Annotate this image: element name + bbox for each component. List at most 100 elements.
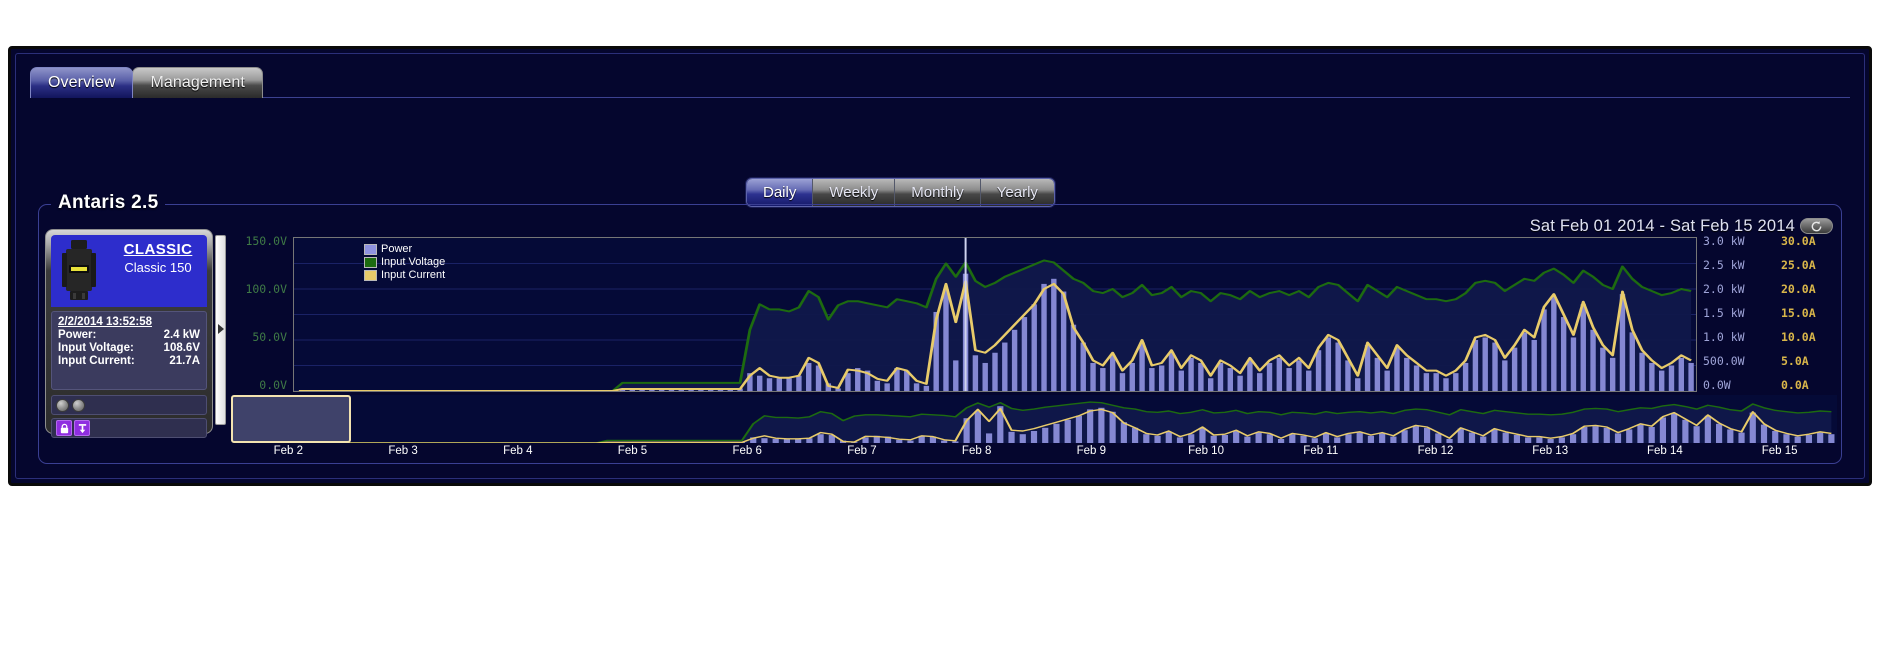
- period-button-monthly[interactable]: Monthly: [895, 179, 981, 206]
- main-chart-svg: [294, 238, 1696, 391]
- power-tick: 500.0W: [1703, 354, 1745, 368]
- navigator-selection-handle[interactable]: [231, 395, 351, 443]
- power-tick: 0.0W: [1703, 378, 1731, 392]
- device-stat-voltage-value: 108.6V: [164, 342, 200, 355]
- x-axis-tick: Feb 10: [1188, 445, 1224, 457]
- period-button-monthly-label: Monthly: [911, 184, 964, 201]
- tab-overview[interactable]: Overview: [30, 67, 133, 98]
- device-stat-row: Input Current: 21.7A: [58, 355, 200, 368]
- device-stat-row: Input Voltage: 108.6V: [58, 342, 200, 355]
- voltage-tick: 150.0V: [245, 234, 287, 248]
- power-tick: 3.0 kW: [1703, 234, 1745, 248]
- panel-title: Antaris 2.5: [51, 192, 165, 214]
- x-axis-tick: Feb 2: [274, 445, 303, 457]
- device-stat-voltage-label: Input Voltage:: [58, 342, 134, 355]
- refresh-button[interactable]: [1800, 218, 1833, 234]
- lock-button[interactable]: [56, 420, 72, 436]
- device-subtitle: Classic 150: [106, 260, 207, 275]
- voltage-tick: 0.0V: [259, 378, 287, 392]
- period-button-yearly[interactable]: Yearly: [981, 179, 1054, 206]
- device-led-bar: [51, 395, 207, 415]
- power-tick: 2.5 kW: [1703, 258, 1745, 272]
- device-stat-row: Power: 2.4 kW: [58, 329, 200, 342]
- current-tick: 20.0A: [1781, 282, 1816, 296]
- tab-overview-label: Overview: [48, 74, 115, 92]
- chart-region: Sat Feb 01 2014 - Sat Feb 15 2014 150.0V…: [231, 213, 1837, 457]
- legend-label-input-voltage: Input Voltage: [381, 256, 445, 268]
- download-button[interactable]: [74, 420, 90, 436]
- current-tick: 5.0A: [1781, 354, 1809, 368]
- device-card-header: CLASSIC Classic 150: [51, 235, 207, 307]
- legend-item-input-current[interactable]: Input Current: [364, 269, 445, 281]
- chevron-right-icon: [218, 324, 224, 334]
- current-tick: 15.0A: [1781, 306, 1816, 320]
- navigator-svg: [231, 395, 1837, 443]
- device-timestamp: 2/2/2014 13:52:58: [58, 316, 200, 328]
- legend-swatch-power: [364, 244, 377, 255]
- download-icon: [77, 423, 88, 434]
- x-axis-tick: Feb 3: [388, 445, 417, 457]
- power-tick: 2.0 kW: [1703, 282, 1745, 296]
- period-button-weekly[interactable]: Weekly: [813, 179, 895, 206]
- chart-navigator[interactable]: [231, 395, 1837, 443]
- voltage-tick: 50.0V: [252, 330, 287, 344]
- voltage-tick: 100.0V: [245, 282, 287, 296]
- period-button-daily[interactable]: Daily: [747, 179, 813, 206]
- x-axis-tick: Feb 4: [503, 445, 532, 457]
- x-axis-labels: Feb 2 Feb 3 Feb 4 Feb 5 Feb 6 Feb 7 Feb 8 Feb 9…: [231, 445, 1837, 463]
- x-axis-tick: Feb 12: [1418, 445, 1454, 457]
- led-indicator-1-icon: [56, 399, 69, 412]
- application-window: Overview Management Daily Weekly Monthly…: [8, 46, 1872, 486]
- legend-swatch-input-current: [364, 270, 377, 281]
- period-button-yearly-label: Yearly: [997, 184, 1038, 201]
- device-list-scroll-arrow[interactable]: [215, 235, 226, 425]
- power-tick: 1.5 kW: [1703, 306, 1745, 320]
- period-button-daily-label: Daily: [763, 184, 796, 201]
- tab-underline: [30, 97, 1850, 98]
- x-axis-tick: Feb 14: [1647, 445, 1683, 457]
- current-axis: 30.0A 25.0A 20.0A 15.0A 10.0A 5.0A 0.0A: [1775, 237, 1837, 392]
- power-tick: 1.0 kW: [1703, 330, 1745, 344]
- legend-label-power: Power: [381, 243, 412, 255]
- current-tick: 25.0A: [1781, 258, 1816, 272]
- device-card[interactable]: CLASSIC Classic 150 2/2/2014 13:52:58 Po…: [45, 229, 213, 434]
- main-chart-plot[interactable]: Power Input Voltage Input Current: [293, 237, 1697, 392]
- device-stats-box: 2/2/2014 13:52:58 Power: 2.4 kW Input Vo…: [51, 311, 207, 390]
- application-inner-frame: Overview Management Daily Weekly Monthly…: [15, 53, 1865, 479]
- device-stat-power-value: 2.4 kW: [164, 329, 200, 342]
- power-axis: 3.0 kW 2.5 kW 2.0 kW 1.5 kW 1.0 kW 500.0…: [1703, 237, 1769, 392]
- tab-management[interactable]: Management: [132, 67, 262, 98]
- device-stat-power-label: Power:: [58, 329, 96, 342]
- x-axis-tick: Feb 13: [1532, 445, 1568, 457]
- x-axis-tick: Feb 15: [1762, 445, 1798, 457]
- charge-controller-icon: [62, 240, 96, 300]
- device-action-bar: [51, 418, 207, 438]
- device-stat-current-label: Input Current:: [58, 355, 135, 368]
- x-axis-tick: Feb 6: [732, 445, 761, 457]
- current-tick: 10.0A: [1781, 330, 1816, 344]
- voltage-axis: 150.0V 100.0V 50.0V 0.0V: [231, 237, 293, 392]
- tab-management-label: Management: [150, 74, 244, 92]
- legend-swatch-input-voltage: [364, 257, 377, 268]
- lock-icon: [59, 423, 70, 434]
- legend-item-power[interactable]: Power: [364, 243, 445, 255]
- current-tick: 0.0A: [1781, 378, 1809, 392]
- x-axis-tick: Feb 5: [618, 445, 647, 457]
- refresh-icon: [1810, 220, 1823, 233]
- x-axis-tick: Feb 9: [1077, 445, 1106, 457]
- device-title: CLASSIC: [106, 241, 207, 258]
- x-axis-tick: Feb 7: [847, 445, 876, 457]
- navigator-plot: [231, 395, 1837, 443]
- legend-label-input-current: Input Current: [381, 269, 445, 281]
- current-tick: 30.0A: [1781, 234, 1816, 248]
- period-selector-group: Daily Weekly Monthly Yearly: [746, 178, 1055, 207]
- x-axis-tick: Feb 8: [962, 445, 991, 457]
- legend-item-input-voltage[interactable]: Input Voltage: [364, 256, 445, 268]
- device-panel: Antaris 2.5 CLASSIC: [38, 204, 1842, 464]
- tab-bar: Overview Management: [30, 64, 262, 98]
- main-plot-wrapper: 150.0V 100.0V 50.0V 0.0V 3.0 kW 2.5 kW 2…: [231, 237, 1837, 392]
- device-stat-current-value: 21.7A: [169, 355, 200, 368]
- period-button-weekly-label: Weekly: [829, 184, 878, 201]
- date-range-label: Sat Feb 01 2014 - Sat Feb 15 2014: [1530, 217, 1795, 236]
- led-indicator-2-icon: [72, 399, 85, 412]
